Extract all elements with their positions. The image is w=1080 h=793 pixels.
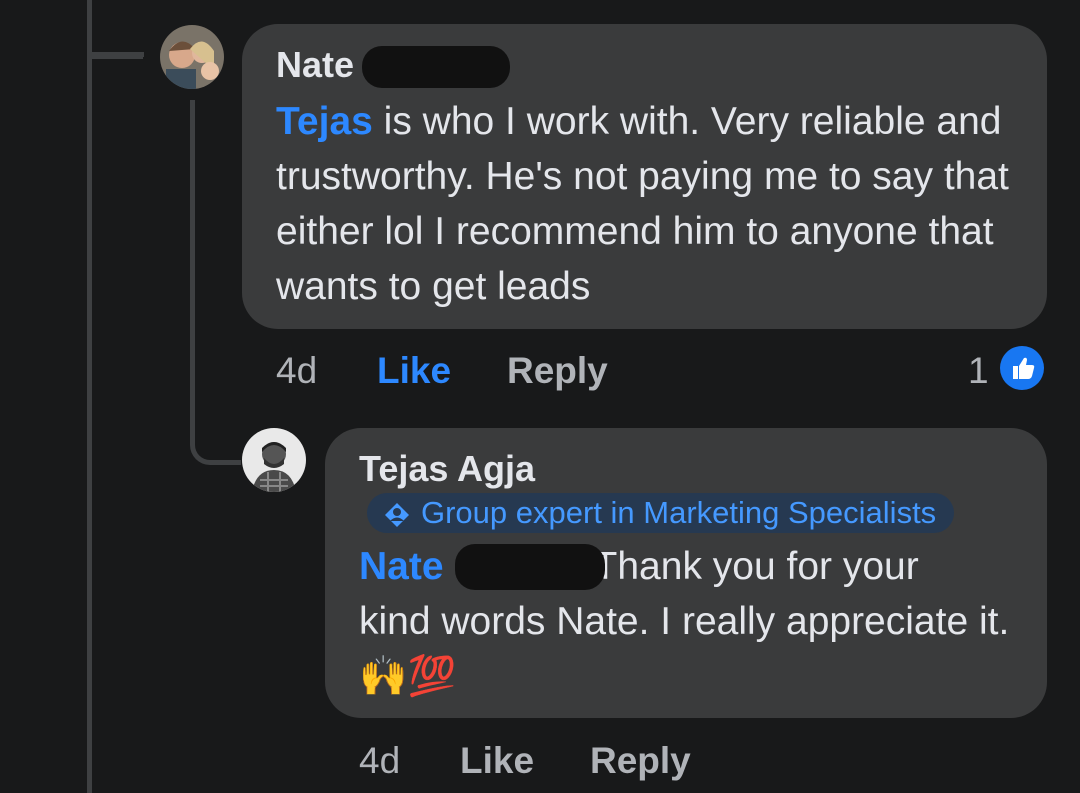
redacted-name [362, 46, 510, 88]
badge-label: Group expert in Marketing Specialists [421, 495, 937, 530]
mention-link[interactable]: Tejas [276, 100, 373, 143]
like-button[interactable]: Like [460, 740, 534, 782]
reply-button[interactable]: Reply [507, 350, 608, 392]
thread-line-outer [87, 0, 92, 793]
reaction-count[interactable]: 1 [968, 350, 989, 392]
comment-timestamp[interactable]: 4d [276, 350, 317, 392]
comment-timestamp[interactable]: 4d [359, 740, 400, 782]
thread-connector-top [87, 0, 143, 59]
group-expert-badge[interactable]: Group expert in Marketing Specialists [367, 493, 955, 533]
mention-link[interactable]: Nate [359, 545, 444, 588]
comment-author[interactable]: Nate [276, 44, 354, 86]
comment-text: Tejas is who I work with. Very reliable … [276, 100, 1009, 308]
redacted-name [455, 544, 605, 590]
like-button[interactable]: Like [377, 350, 451, 392]
thread-connector-top-horizontal [92, 52, 144, 57]
avatar[interactable] [242, 428, 306, 492]
avatar[interactable] [160, 25, 224, 89]
thread-line-reply [190, 100, 195, 430]
thumbs-up-icon[interactable] [1000, 346, 1044, 390]
thread-connector-reply [190, 420, 241, 465]
comment-author[interactable]: Tejas Agja [359, 448, 535, 490]
expert-badge-icon [383, 499, 411, 539]
reply-button[interactable]: Reply [590, 740, 691, 782]
